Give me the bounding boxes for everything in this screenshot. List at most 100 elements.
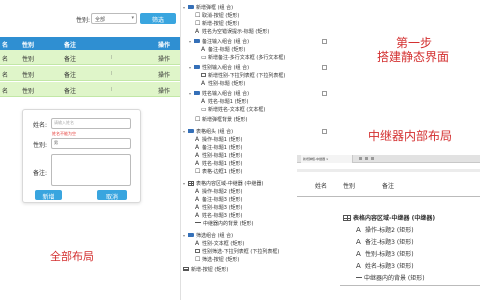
zoom-tree-node[interactable]: A 备注-标题3 (矩形) (356, 237, 414, 248)
line-icon (356, 277, 362, 278)
repeater-layout-caption: 中继器内部布局 (368, 129, 453, 143)
header-name: 名 (2, 42, 9, 49)
tree-node[interactable]: ☐ 新增-按钮 (矩形) (195, 20, 239, 28)
tree-node[interactable]: A 性别-文本框 (矩形) (195, 240, 244, 248)
header-action: 操作 (158, 42, 171, 49)
text-icon: A (195, 240, 200, 247)
line-icon (195, 222, 201, 223)
row-note: 备注 (64, 88, 77, 95)
row-action-link[interactable]: 操作 (158, 70, 170, 79)
zoom-tree-node[interactable]: 表格内容区域-中继器 (中继器) (343, 213, 435, 224)
row-gender: 性别 (22, 72, 35, 79)
name-label: 姓名: (33, 122, 48, 129)
note-textarea[interactable] (51, 154, 131, 186)
filter-button[interactable]: 筛选 (140, 13, 176, 24)
tree-node[interactable]: ☐ 新增弹框背景 (矩形) (195, 116, 248, 124)
dropdown-icon (195, 249, 200, 253)
tree-node[interactable]: ☐ 取消-按钮 (矩形) (195, 12, 239, 20)
rectangle-icon: ☐ (195, 168, 201, 175)
repeater-icon (188, 181, 194, 186)
table-row: 名 性别 备注 ❘ 操作 (0, 66, 180, 81)
tree-node[interactable]: A 备注-标题3 (矩形) (195, 196, 242, 204)
gender-select[interactable]: 男 (51, 138, 131, 149)
text-icon: A (201, 80, 206, 87)
gender-filter-label: 性别: (76, 17, 91, 24)
text-icon: A (356, 226, 361, 234)
zoom-tree-node[interactable]: 中继器内的背景 (矩形) (356, 273, 425, 284)
add-button[interactable]: 新增 (35, 190, 62, 201)
row-marker-icon: ❘ (110, 54, 114, 59)
tree-node[interactable]: A 姓名-标题1 (矩形) (195, 160, 242, 168)
visibility-icon[interactable] (322, 65, 327, 70)
editor-tab[interactable]: 新增弹框-中继器 × (301, 155, 353, 163)
ruler (297, 169, 480, 172)
rectangle-icon: ☐ (195, 20, 201, 27)
tree-node[interactable]: ▾ 表格内容区域-中继器 (中继器) (183, 180, 263, 188)
toolbar-icon[interactable] (365, 157, 368, 160)
visibility-icon[interactable] (322, 129, 327, 134)
row-note: 备注 (64, 72, 77, 79)
tree-node[interactable]: 中继器内的背景 (矩形) (195, 220, 254, 228)
folder-icon (188, 129, 194, 133)
filter-bar: 性别: 全部 ▾ 筛选 (0, 12, 180, 26)
tree-node[interactable]: A 操作-标题1 (矩形) (195, 136, 242, 144)
tree-node[interactable]: ☐ 筛选-按钮 (矩形) (195, 256, 239, 264)
gender-filter-select[interactable]: 全部 ▾ (91, 13, 137, 24)
tree-node[interactable]: A 备注-标题1 (矩形) (195, 144, 242, 152)
row-action-link[interactable]: 操作 (158, 54, 170, 63)
row-gender: 性别 (22, 88, 35, 95)
note-label: 备注: (33, 170, 48, 177)
divider (340, 285, 480, 286)
name-error-text: 姓名不能为空 (52, 131, 76, 136)
tree-node[interactable]: ▾ 筛选组合 (组 合) (183, 232, 233, 240)
tree-node[interactable]: 新增性别-下拉列表框 (下拉列表框) (201, 72, 285, 80)
tree-node[interactable]: A 备注-标题 (矩形) (201, 46, 245, 54)
toolbar-icon[interactable] (359, 157, 362, 160)
repeater-icon (343, 215, 351, 221)
text-icon: A (195, 196, 200, 203)
tree-node[interactable]: A 姓名-标题3 (矩形) (195, 212, 242, 220)
tree-node[interactable]: ▾ 备注输入组合 (组 合) (189, 38, 249, 46)
tree-node[interactable]: ☐ 表格-边框1 (矩形) (195, 168, 242, 176)
toolbar-icon[interactable] (371, 157, 374, 160)
name-input[interactable]: 请输入姓名 (51, 118, 131, 129)
folder-icon (188, 233, 194, 237)
row-action-link[interactable]: 操作 (158, 86, 170, 95)
visibility-icon[interactable] (322, 91, 327, 96)
text-icon: A (356, 262, 361, 270)
tree-node[interactable]: ▾ 新增弹框 (组 合) (183, 4, 233, 12)
tree-node[interactable]: A 性别-标题 (矩形) (201, 80, 245, 88)
tree-node[interactable]: ▾ 姓名输入组合 (组 合) (189, 90, 249, 98)
textbox-icon: ▭ (201, 106, 207, 113)
tree-node[interactable]: A 姓名为空错误提示-标题 (矩形) (195, 28, 269, 36)
tree-node[interactable]: A 性别-标题1 (矩形) (195, 152, 242, 160)
overall-layout-caption: 全部布局 (50, 250, 94, 263)
tree-node[interactable]: A 姓名-标题1 (矩形) (201, 98, 248, 106)
tree-node[interactable]: ▭新增姓名-文本框 (文本框) (201, 106, 265, 114)
tree-node[interactable]: ▾ 表格组头 (组 合) (183, 128, 233, 136)
tree-node[interactable]: A 操作-标题2 (矩形) (195, 188, 242, 196)
prototype-app: 性别: 全部 ▾ 筛选 名 性别 备注 操作 名 性别 备注 ❘ 操作 名 性别… (0, 0, 180, 300)
text-icon: A (195, 28, 200, 35)
folder-icon (194, 39, 200, 43)
table-row: 名 性别 备注 ❘ 操作 (0, 50, 180, 65)
editor-tab-strip: 新增弹框-中继器 × (297, 155, 480, 163)
zoom-tree-node[interactable]: A 操作-标题2 (矩形) (356, 225, 414, 236)
cancel-button[interactable]: 取消 (97, 190, 127, 201)
dropdown-icon (201, 73, 206, 77)
tree-node[interactable]: ▾ 性别输入组合 (组 合) (189, 64, 249, 72)
tree-node[interactable]: 新增-按钮 (矩形) (183, 266, 228, 274)
text-icon: A (195, 136, 200, 143)
gender-filter-value: 全部 (95, 17, 106, 23)
row-gender: 性别 (22, 56, 35, 63)
zoom-tree-node[interactable]: A 姓名-标题3 (矩形) (356, 261, 414, 272)
tree-node[interactable]: A 性别-标题3 (矩形) (195, 204, 242, 212)
visibility-icon[interactable] (322, 39, 327, 44)
table-header: 名 性别 备注 操作 (0, 37, 180, 50)
row-note: 备注 (64, 56, 77, 63)
row-marker-icon: ❘ (110, 70, 114, 75)
tree-node[interactable]: 性别筛选-下拉列表框 (下拉列表框) (195, 248, 279, 256)
zoom-tree-node[interactable]: A 性别-标题3 (矩形) (356, 249, 414, 260)
tree-node[interactable]: ▭新增备注-多行文本框 (多行文本框) (201, 54, 285, 62)
header-note: 备注 (64, 42, 77, 49)
